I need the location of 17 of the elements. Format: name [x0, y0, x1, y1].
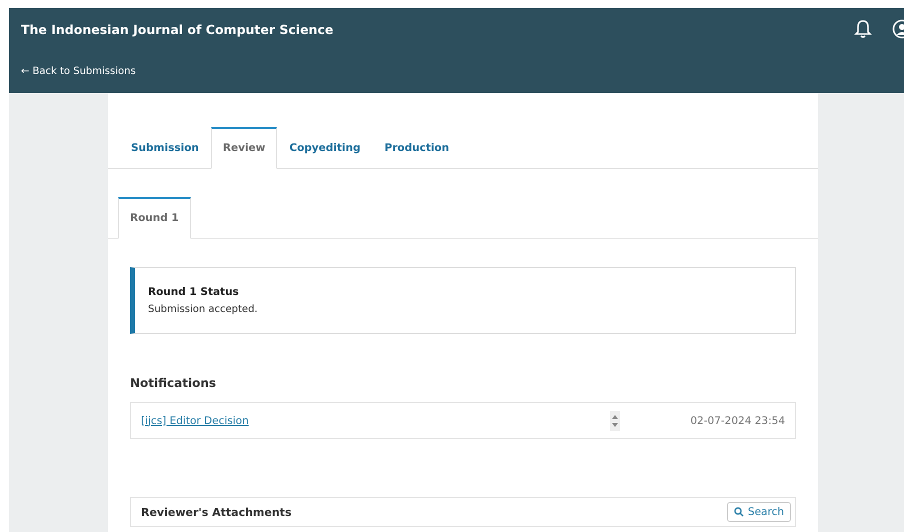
notification-link[interactable]: [ijcs] Editor Decision [141, 414, 610, 426]
search-icon [734, 507, 744, 517]
stage-tab[interactable]: Submission [119, 127, 211, 169]
bell-icon[interactable] [854, 19, 872, 39]
status-title: Round 1 Status [148, 286, 240, 298]
stage-tab[interactable]: Production [372, 127, 462, 169]
back-link[interactable]: ← Back to Submissions [21, 66, 136, 77]
search-button[interactable]: Search [726, 502, 791, 522]
stage-tab[interactable]: Review [210, 127, 278, 169]
stage-tab[interactable]: Copyediting [277, 127, 373, 169]
journal-title: The Indonesian Journal of Computer Science [21, 22, 334, 36]
round-tab[interactable]: Round 1 [118, 197, 191, 239]
sort-arrows-icon[interactable] [610, 410, 620, 430]
attachments-title: Reviewer's Attachments [141, 506, 292, 518]
status-text: Submission accepted. [148, 304, 259, 315]
notifications-heading: Notifications [130, 376, 218, 390]
notification-date: 02-07-2024 23:54 [690, 414, 785, 426]
